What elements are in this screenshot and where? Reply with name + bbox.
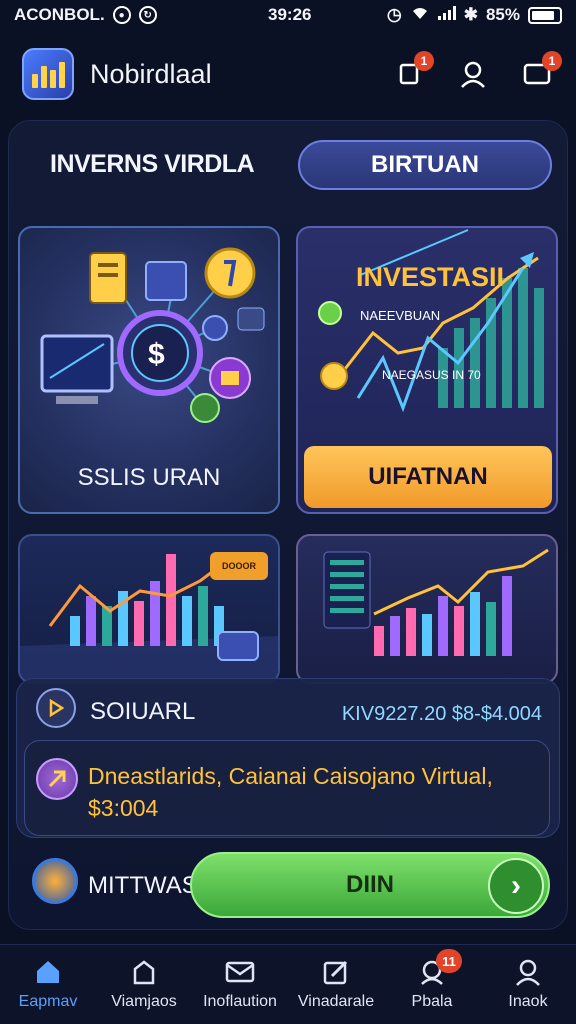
mail-icon [225,957,255,987]
arrow-right-icon: › [488,858,544,914]
virtual-toggle-button[interactable]: BIRTUAN [298,140,552,190]
portfolio-coin-symbol: $ [148,338,165,371]
nav-item-profile[interactable]: Inaok [480,957,576,1011]
user-icon [461,61,485,88]
nav-item-alerts[interactable]: 11 Pbala [384,949,480,1011]
market-chart-card-2[interactable] [296,534,558,684]
wallet-circle-icon [202,315,228,341]
account-button[interactable] [456,57,490,91]
battery-percent: 85% [485,5,520,24]
summary-label: SOIUARL [90,698,196,725]
investment-chart-illustration [318,229,544,413]
header-actions: 1 1 [392,51,562,91]
signal-icon [437,5,456,25]
info-text: Dneastlarids, Caianai Caisojano Virtual,… [88,763,493,821]
check-circle-icon [190,393,220,423]
battery-icon [528,6,562,24]
investment-card-subtitle: NAEEVBUAN [360,308,441,323]
messages-badge: 1 [542,51,562,71]
rocket-icon [36,758,78,800]
status-bar: ACONBOL. ● ↻ 39:26 ◷ ✱ 85% [0,0,576,30]
investment-card[interactable]: INVESTASII NAEEVBUAN NAEGASUS IN 70 UIFA… [296,226,558,514]
edit-icon [321,957,351,987]
wifi-icon [410,5,430,26]
action-label: MITTWAS [88,872,198,899]
play-icon [36,688,76,728]
summary-value: KIV9227.20 $8-$4.004 [341,703,542,725]
nav-alerts-badge: 11 [436,949,462,973]
app-header: Nobirdlaal 1 1 [0,38,576,110]
nav-label: Vinadarale [297,993,375,1010]
nav-label: Inaok [508,993,548,1010]
nav-item-home[interactable]: Eapmav [0,957,96,1011]
market-chart-card-1[interactable]: DOOOR [18,534,280,684]
sync-icon: ↻ [138,6,157,24]
coin-icon-small [320,362,348,390]
coin-icon [204,247,256,299]
portfolio-card[interactable]: $ SSLIS URAN [18,226,280,514]
status-time: 39:26 [268,5,312,24]
continue-button-label: DIIN [346,871,394,898]
status-right: ◷ ✱ 85% [387,5,562,26]
carrier-label: ACONBOL. [14,5,105,24]
investment-card-title: INVESTASII [356,262,505,292]
nav-label: Inoflaution [203,993,277,1010]
chart-chip: DOOOR [210,552,268,580]
notifications-button[interactable]: 1 [392,51,434,91]
bluetooth-icon: ✱ [463,5,478,24]
portfolio-card-label: SSLIS URAN [77,464,221,491]
nav-label: Viamjaos [111,993,177,1010]
document-icon [89,252,127,304]
section-title: INVERNS VIRDLA [50,150,255,178]
bank-card-icon [145,261,187,301]
nav-label: Pbala [411,993,453,1010]
profile-icon [513,957,543,987]
record-icon: ● [112,6,131,24]
app-logo [22,48,74,100]
alarm-icon: ◷ [386,5,402,24]
bottom-nav: Eapmav Viamjaos Inoflaution Vinadarale 1… [0,944,576,1024]
wallet-icon [129,957,159,987]
wallet-tile-icon [217,631,259,661]
messages-button[interactable]: 1 [520,51,562,91]
nav-item-edit[interactable]: Vinadarale [288,957,384,1011]
app-title: Nobirdlaal [90,58,212,89]
nav-item-wallet[interactable]: Viamjaos [96,957,192,1011]
status-left: ACONBOL. ● ↻ [14,5,157,25]
invest-now-button[interactable]: UIFATNAN [304,446,552,508]
coins-icon [32,858,78,904]
bar-chart-illustration-2 [323,548,549,656]
gem-icon [318,301,342,325]
continue-button[interactable]: DIIN › [190,852,550,918]
nav-label: Eapmav [18,993,78,1010]
nav-item-inbox[interactable]: Inoflaution [192,957,288,1011]
monitor-icon [40,334,114,393]
home-icon [33,957,63,987]
investment-card-caption: NAEGASUS IN 70 [382,368,481,382]
notifications-badge: 1 [414,51,434,71]
